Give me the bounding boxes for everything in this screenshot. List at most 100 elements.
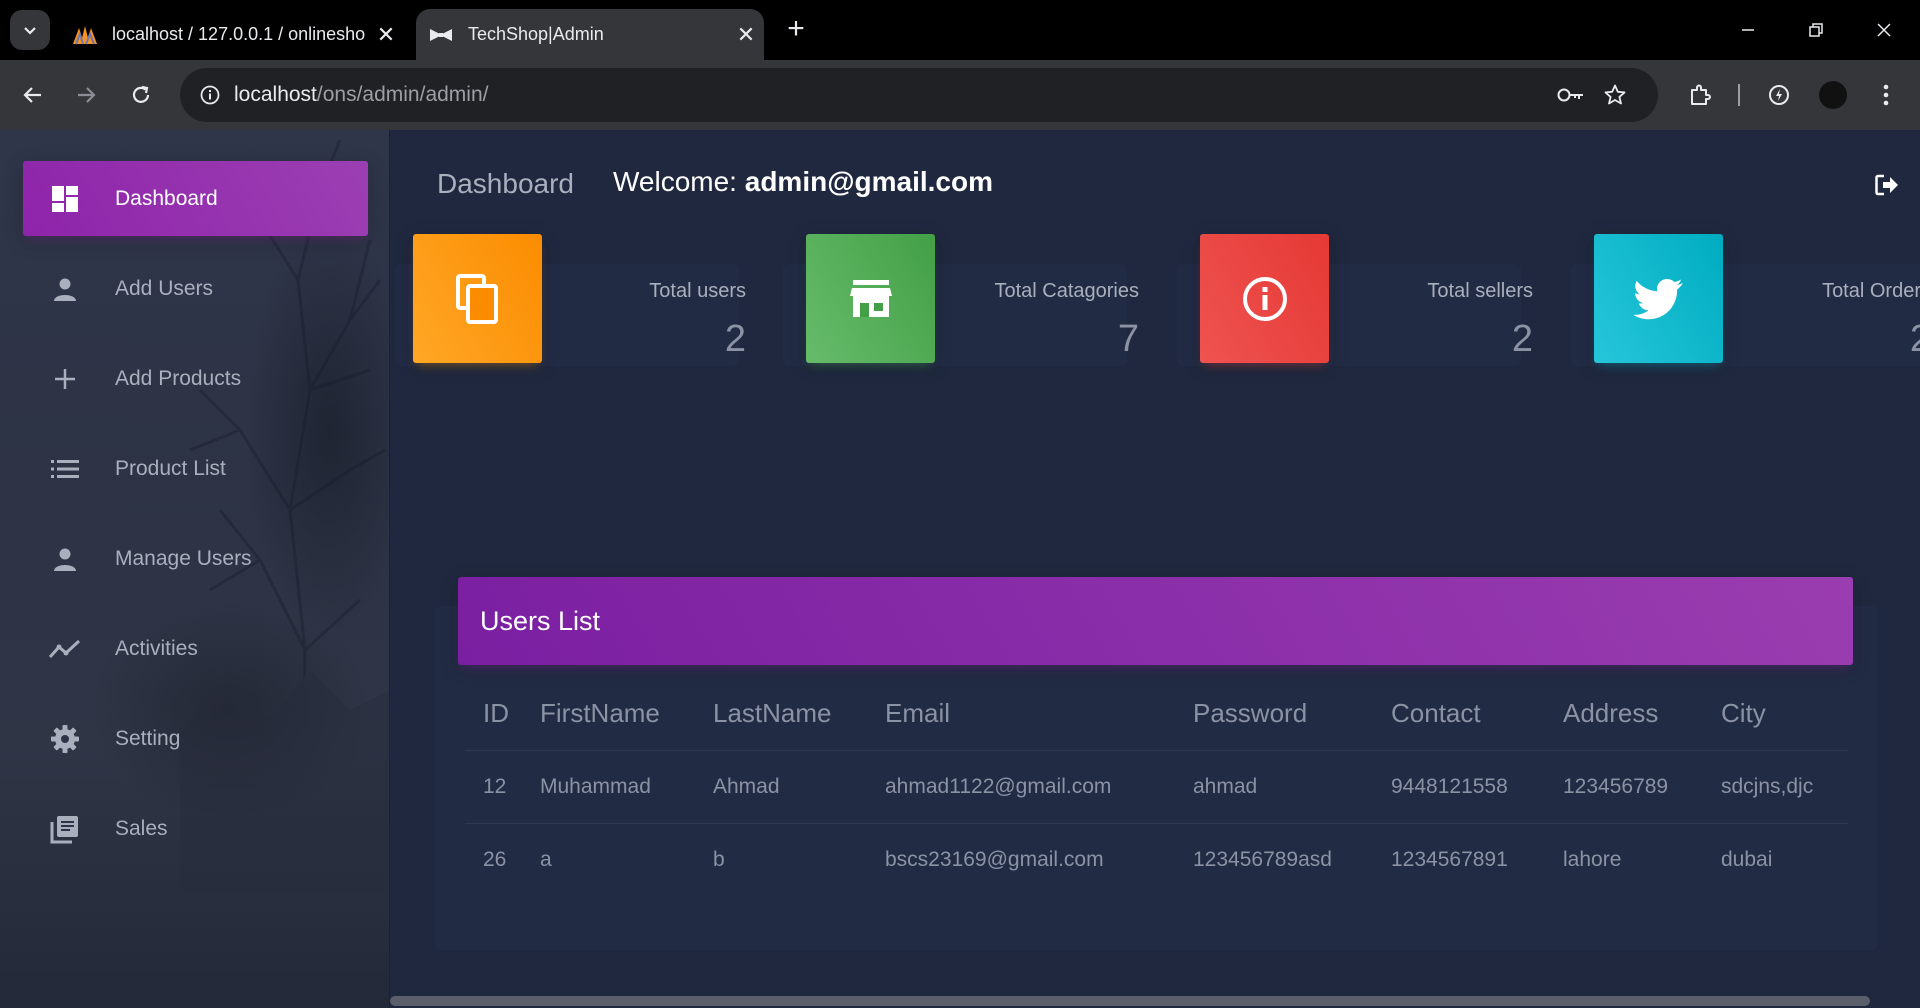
sidebar-item-label: Setting (115, 726, 181, 750)
logout-button[interactable] (1872, 170, 1902, 200)
site-info-icon[interactable] (186, 68, 234, 122)
reload-button[interactable] (121, 75, 161, 115)
sidebar-item-add-users[interactable]: Add Users (23, 251, 368, 326)
sidebar-item-dashboard[interactable]: Dashboard (23, 161, 368, 236)
column-header-firstname: FirstName (522, 678, 695, 751)
column-header-email: Email (867, 678, 1175, 751)
cell-firstname: Muhammad (522, 750, 695, 824)
sidebar-item-label: Product List (115, 456, 226, 480)
stat-label: Total Orders (1822, 280, 1920, 302)
cell-id: 26 (483, 847, 507, 871)
tab-search-button[interactable] (10, 10, 50, 50)
arrow-left-icon (23, 87, 41, 103)
url-text: localhost/ons/admin/admin/ (234, 83, 488, 107)
kebab-menu-icon (1883, 84, 1889, 106)
sidebar-item-product-list[interactable]: Product List (23, 431, 368, 506)
url-host: localhost (234, 83, 317, 106)
reload-icon (132, 85, 150, 103)
phpmyadmin-favicon-icon (72, 22, 98, 48)
extensions-button[interactable] (1680, 75, 1720, 115)
close-tab-icon[interactable]: ✕ (728, 22, 764, 48)
admin-page: Dashboard Add Users Add Products Product… (0, 130, 1920, 1008)
minimize-button[interactable] (1726, 8, 1770, 52)
column-header-city: City (1703, 678, 1848, 751)
stat-label: Total users (649, 280, 746, 302)
sidebar-item-label: Add Products (115, 366, 242, 390)
cell-contact: 1234567891 (1391, 847, 1508, 871)
tab-title: localhost / 127.0.0.1 / onlinesho (112, 24, 366, 44)
tab-title: TechShop|Admin (468, 24, 604, 44)
cell-email: bscs23169@gmail.com (885, 847, 1104, 871)
store-icon (806, 234, 935, 363)
close-tab-icon[interactable]: ✕ (368, 22, 404, 48)
stat-value: 2 (1511, 318, 1533, 360)
sidebar: Dashboard Add Users Add Products Product… (0, 130, 390, 1008)
cell-address: lahore (1563, 847, 1622, 871)
cell-lastname: b (713, 847, 725, 871)
sign-out-icon (1875, 174, 1898, 196)
bookmark-star-icon[interactable] (1600, 80, 1630, 110)
horizontal-scrollbar[interactable] (390, 996, 1870, 1006)
bowtie-favicon-icon (428, 22, 454, 48)
tab-techshop-admin[interactable]: TechShop|Admin ✕ (416, 9, 764, 60)
page-title: Dashboard (437, 168, 574, 199)
forward-button[interactable] (66, 75, 106, 115)
table-header-row: ID FirstName LastName Email Password Con… (465, 678, 1848, 751)
password-key-icon[interactable] (1556, 80, 1586, 110)
stat-value: 7 (1117, 318, 1139, 360)
cell-city: dubai (1721, 847, 1773, 871)
cell-address: 123456789 (1545, 750, 1703, 824)
cell-email: ahmad1122@gmail.com (867, 750, 1175, 824)
performance-button[interactable] (1759, 75, 1799, 115)
cell-id: 12 (465, 750, 522, 824)
sidebar-item-activities[interactable]: Activities (23, 611, 368, 686)
cell-password: ahmad (1175, 750, 1373, 824)
info-icon (1200, 234, 1329, 363)
users-list-header: Users List (458, 577, 1853, 665)
avatar (1819, 81, 1847, 109)
sidebar-item-setting[interactable]: Setting (23, 701, 368, 776)
address-bar[interactable]: localhost/ons/admin/admin/ (180, 68, 1658, 122)
sidebar-item-add-products[interactable]: Add Products (23, 341, 368, 416)
cell-password: 123456789asd (1193, 847, 1332, 871)
column-header-address: Address (1545, 678, 1703, 751)
trend-icon (43, 638, 87, 660)
new-tab-button[interactable]: + (780, 14, 812, 46)
sidebar-item-sales[interactable]: Sales (23, 791, 368, 866)
sidebar-item-label: Activities (115, 636, 198, 660)
table-row: 26 a b bscs23169@gmail.com 123456789asd … (465, 823, 1848, 896)
url-path: /ons/admin/admin/ (316, 83, 489, 106)
tab-phpmyadmin[interactable]: localhost / 127.0.0.1 / onlinesho ✕ (62, 9, 404, 60)
dashboard-icon (43, 185, 87, 213)
sidebar-item-manage-users[interactable]: Manage Users (23, 521, 368, 596)
column-header-lastname: LastName (695, 678, 867, 751)
sidebar-item-label: Sales (115, 816, 168, 840)
user-email: admin@gmail.com (744, 166, 993, 197)
restore-icon (1809, 23, 1823, 37)
close-window-button[interactable] (1862, 8, 1906, 52)
chrome-menu-button[interactable] (1866, 75, 1906, 115)
library-books-icon (43, 814, 87, 844)
users-table: ID FirstName LastName Email Password Con… (465, 678, 1848, 896)
cell-contact: 9448121558 (1373, 750, 1545, 824)
sidebar-item-label: Dashboard (115, 186, 218, 210)
person-icon (43, 546, 87, 572)
users-list-title: Users List (480, 605, 601, 636)
cell-firstname: a (540, 847, 552, 871)
minimize-icon (1742, 29, 1754, 31)
profile-button[interactable] (1813, 75, 1853, 115)
stat-value: 2 (724, 318, 746, 360)
main-content: Dashboard Welcome: admin@gmail.com Total… (390, 130, 1920, 1008)
restore-button[interactable] (1794, 8, 1838, 52)
stat-label: Total sellers (1427, 280, 1533, 302)
gear-icon (43, 724, 87, 754)
welcome-prefix: Welcome: (613, 166, 745, 197)
arrow-right-icon (78, 87, 96, 103)
back-button[interactable] (13, 75, 53, 115)
cell-city: sdcjns,djc (1703, 750, 1848, 824)
stat-label: Total Catagories (994, 280, 1139, 302)
cell-lastname: Ahmad (695, 750, 867, 824)
toolbar-separator (1738, 84, 1740, 106)
speed-icon (1769, 85, 1789, 105)
column-header-id: ID (465, 678, 522, 751)
